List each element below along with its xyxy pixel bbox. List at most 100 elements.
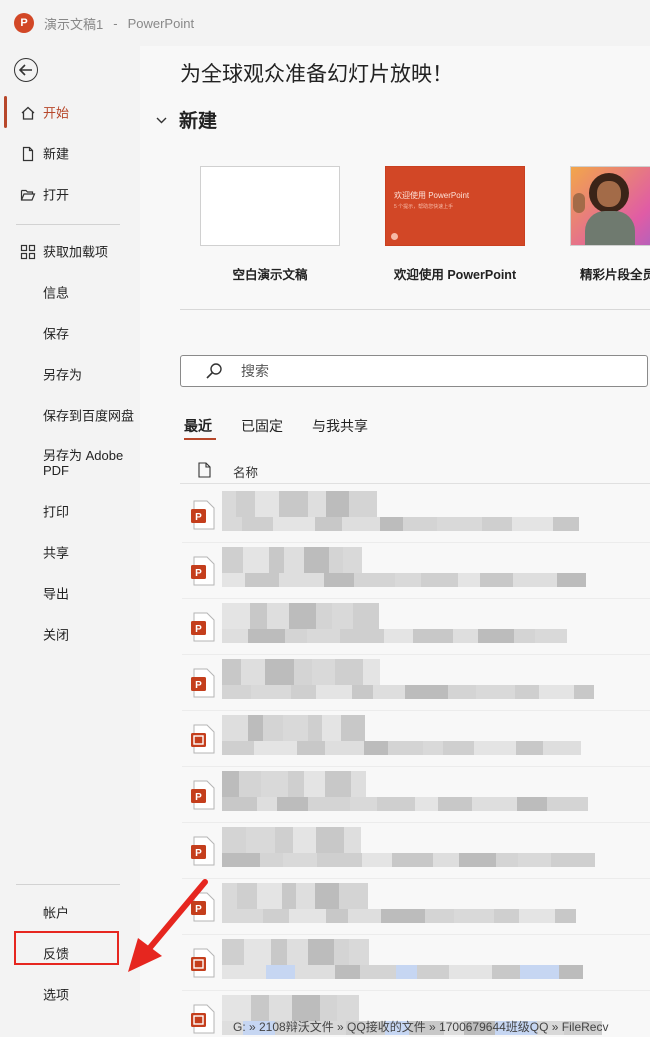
template-highlights[interactable]: 精彩片段全员 [570,166,650,282]
new-section-title: 新建 [179,111,218,132]
sidebar-item-open[interactable]: 打开 [0,179,140,211]
redacted-filename-block [243,547,269,575]
sidebar-item-options[interactable]: 选项 [0,979,140,1011]
redacted-path-block [459,853,496,867]
redacted-filename-block [246,827,275,855]
redacted-path-block [251,685,291,699]
redacted-path-block [480,573,513,587]
sidebar-item-close[interactable]: 关闭 [0,619,140,651]
folder-open-icon [20,189,36,201]
file-row[interactable]: P [182,767,650,823]
column-name-header[interactable]: 名称 [233,462,258,481]
search-box[interactable] [180,355,648,387]
redacted-filename-block [294,659,312,687]
sidebar-item-export[interactable]: 导出 [0,578,140,610]
sidebar-item-info[interactable]: 信息 [0,277,140,309]
sidebar-item-label: 打印 [43,504,70,520]
redacted-path-block [543,741,581,755]
redacted-path-block [340,629,384,643]
tab-shared-with-me[interactable]: 与我共享 [312,416,368,436]
file-row[interactable]: P [182,823,650,879]
redacted-filename-block [222,827,246,855]
redacted-filename-block [363,659,380,687]
active-tab-underline [184,438,216,440]
template-welcome[interactable]: 欢迎使用 PowerPoint 5 个提示，帮助您快速上手 欢迎使用 Power… [385,166,525,282]
redacted-path-block [257,797,277,811]
tab-recent[interactable]: 最近 [184,416,212,436]
svg-text:P: P [195,624,202,635]
status-path: G: » 2108辩沃文件 » QQ接收的文件 » 1700679644班级QQ… [233,1020,609,1034]
redacted-path-block [295,965,335,979]
file-row[interactable] [182,935,650,991]
pptx-file-icon [191,724,215,754]
file-row[interactable]: P [182,487,650,543]
redacted-path-block [380,517,403,531]
redacted-path-block [364,741,388,755]
pptx-file-icon: P [191,612,215,642]
file-row[interactable] [182,711,650,767]
redacted-path-block [514,629,535,643]
redacted-path-block [222,797,257,811]
redacted-path-block [474,741,516,755]
back-arrow-icon[interactable] [14,58,38,82]
sidebar-item-save-as[interactable]: 另存为 [0,359,140,391]
sidebar-item-label: 关闭 [43,627,70,643]
redacted-path-block [222,853,260,867]
pptx-file-icon [191,1004,215,1034]
sidebar-item-label: 新建 [43,146,70,162]
redacted-path-block [388,741,423,755]
redacted-filename-block [343,547,362,575]
template-caption: 空白演示文稿 [232,268,308,282]
search-input[interactable] [241,361,621,381]
sidebar-item-save-to-baidu[interactable]: 保存到百度网盘 [0,400,140,432]
redacted-path-block [291,685,316,699]
template-blank[interactable]: 空白演示文稿 [200,166,340,282]
redacted-filename-block [284,547,304,575]
redacted-filename-block [349,491,377,519]
redacted-filename-block [322,715,341,743]
pptx-file-icon [191,948,215,978]
file-row[interactable]: P [182,879,650,935]
redacted-filename-block [312,659,335,687]
redacted-filename-block [236,491,255,519]
svg-text:P: P [195,904,202,915]
pptx-file-icon: P [191,556,215,586]
redacted-path-block [454,909,494,923]
sidebar-item-label: 获取加载项 [43,244,109,260]
redacted-path-block [373,685,405,699]
sidebar-item-new[interactable]: 新建 [0,138,140,170]
file-list-header: 名称 [180,454,650,484]
sidebar-item-print[interactable]: 打印 [0,496,140,528]
file-row[interactable]: P [182,655,650,711]
sidebar-item-get-addins[interactable]: 获取加载项 [0,236,140,268]
redacted-path-block [551,853,595,867]
search-icon [206,363,222,379]
page-heading: 为全球观众准备幻灯片放映！ [180,63,453,86]
person-hand [573,193,585,213]
tab-pinned[interactable]: 已固定 [241,416,283,436]
sidebar-item-save[interactable]: 保存 [0,318,140,350]
redacted-path-block [260,853,283,867]
template-thumbnail: 欢迎使用 PowerPoint 5 个提示，帮助您快速上手 [385,166,525,246]
redacted-filename-block [304,771,325,799]
redacted-path-block [335,965,360,979]
redacted-filename-block [316,827,344,855]
redacted-path-block [520,965,559,979]
redacted-filename-block [289,603,316,631]
sidebar-item-share[interactable]: 共享 [0,537,140,569]
title-separator: - [113,15,118,31]
file-type-icon [198,462,211,478]
redacted-filename-block [222,883,237,911]
redacted-path-block [413,629,453,643]
redacted-path-block [518,853,551,867]
redacted-filename-block [237,883,257,911]
sidebar-item-label: 保存 [43,326,70,342]
file-row[interactable]: P [182,543,650,599]
file-row[interactable]: P [182,599,650,655]
redacted-path-block [557,573,586,587]
sidebar-item-save-as-pdf[interactable]: 另存为 Adobe PDF [0,443,140,483]
sidebar-item-home[interactable]: 开始 [0,97,140,129]
pptx-file-icon: P [191,500,215,530]
sidebar-item-account[interactable]: 帐户 [0,897,140,929]
new-section-header[interactable]: 新建 [156,106,217,133]
